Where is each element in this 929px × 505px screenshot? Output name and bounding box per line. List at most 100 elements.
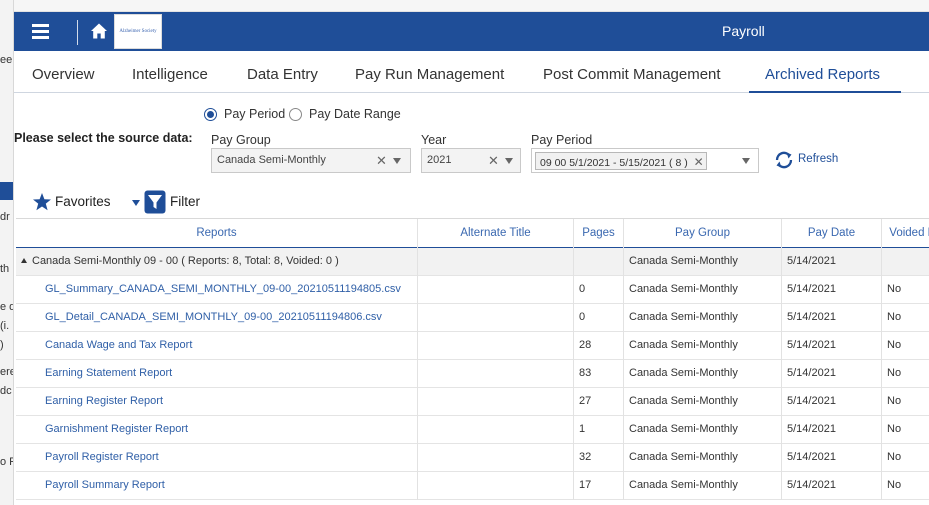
report-link[interactable]: Payroll Register Report [16, 444, 418, 472]
report-link[interactable]: Payroll Summary Report [16, 472, 418, 500]
alternate-title-cell [418, 472, 574, 500]
collapse-group-icon[interactable] [21, 258, 27, 264]
pages-cell: 27 [574, 388, 624, 416]
column-header-pay-group[interactable]: Pay Group [624, 219, 782, 248]
pages-cell: 83 [574, 360, 624, 388]
filter-button[interactable]: Filter [144, 190, 200, 214]
pages-cell: 1 [574, 416, 624, 444]
pay-group-value: Canada Semi-Monthly [217, 154, 326, 166]
tab-data-entry[interactable]: Data Entry [247, 66, 318, 83]
app-title: Payroll [722, 23, 765, 39]
pay-period-radio[interactable] [204, 108, 217, 121]
chevron-down-icon[interactable] [505, 158, 513, 164]
active-tab-indicator [749, 91, 901, 93]
pay-date-range-radio[interactable] [289, 108, 302, 121]
alternate-title-cell [418, 388, 574, 416]
group-voided-cell [882, 248, 929, 276]
pay-date-cell: 5/14/2021 [782, 360, 882, 388]
background-text-fragment: e d [0, 301, 14, 313]
table-row: GL_Detail_CANADA_SEMI_MONTHLY_09-00_2021… [16, 304, 929, 332]
grid-header: Reports Alternate Title Pages Pay Group … [16, 219, 929, 248]
pages-cell: 0 [574, 304, 624, 332]
remove-tag-x-icon[interactable]: ✕ [694, 155, 704, 169]
voided-cell: No [887, 339, 902, 351]
alternate-title-cell [418, 416, 574, 444]
refresh-label: Refresh [798, 153, 839, 165]
report-link[interactable]: Canada Wage and Tax Report [16, 332, 418, 360]
report-link[interactable]: GL_Summary_CANADA_SEMI_MONTHLY_09-00_202… [16, 276, 418, 304]
alternate-title-cell [418, 360, 574, 388]
tab-pay-run-management[interactable]: Pay Run Management [355, 66, 504, 83]
pay-group-label: Pay Group [211, 133, 271, 147]
alternate-title-cell [418, 304, 574, 332]
tab-post-commit-management[interactable]: Post Commit Management [543, 66, 721, 83]
background-window-top [14, 0, 929, 12]
pay-period-radio-label[interactable]: Pay Period [224, 107, 285, 121]
pages-cell: 17 [574, 472, 624, 500]
reports-grid: Reports Alternate Title Pages Pay Group … [16, 218, 929, 500]
table-row: Payroll Summary Report 17 Canada Semi-Mo… [16, 472, 929, 500]
background-window-strip: ee dr th e d (i. ) ere dc o P [0, 0, 14, 505]
company-logo: Alzheimer Society [114, 14, 162, 49]
column-header-pay-date[interactable]: Pay Date [782, 219, 882, 248]
pay-date-cell: 5/14/2021 [782, 444, 882, 472]
pay-date-range-radio-label[interactable]: Pay Date Range [309, 107, 401, 121]
voided-cell: No [887, 395, 902, 407]
pay-group-cell: Canada Semi-Monthly [624, 444, 782, 472]
pay-date-cell: 5/14/2021 [782, 388, 882, 416]
logo-text: Alzheimer Society [119, 29, 157, 34]
tab-archived-reports[interactable]: Archived Reports [765, 66, 880, 83]
refresh-icon [775, 151, 793, 169]
chevron-down-icon[interactable] [393, 158, 401, 164]
clear-x-icon[interactable]: ✕ [488, 153, 499, 169]
favorites-button[interactable]: Favorites [32, 192, 140, 212]
voided-cell: No [887, 451, 902, 463]
group-label: Canada Semi-Monthly 09 - 00 ( Reports: 8… [32, 255, 339, 267]
pay-group-cell: Canada Semi-Monthly [624, 332, 782, 360]
background-text-fragment: th [0, 263, 10, 275]
background-selected-item [0, 182, 13, 200]
pay-date-cell: 5/14/2021 [782, 304, 882, 332]
filter-icon [144, 190, 166, 214]
clear-x-icon[interactable]: ✕ [376, 153, 387, 169]
pay-group-select[interactable]: Canada Semi-Monthly ✕ [211, 148, 411, 173]
table-row: Canada Wage and Tax Report 28 Canada Sem… [16, 332, 929, 360]
tab-intelligence[interactable]: Intelligence [132, 66, 208, 83]
header-divider [77, 20, 78, 45]
star-icon [33, 193, 51, 211]
filter-label: Filter [170, 194, 200, 209]
column-header-alternate-title[interactable]: Alternate Title [418, 219, 574, 248]
chevron-down-icon[interactable] [742, 158, 750, 164]
table-row: Earning Statement Report 83 Canada Semi-… [16, 360, 929, 388]
report-link[interactable]: Earning Register Report [16, 388, 418, 416]
pay-group-cell: Canada Semi-Monthly [624, 304, 782, 332]
voided-cell: No [887, 367, 902, 379]
chevron-down-icon [132, 200, 140, 206]
background-text-fragment: dc [0, 385, 12, 397]
payroll-app: Alzheimer Society Payroll Overview Intel… [14, 12, 929, 505]
pages-cell: 0 [574, 276, 624, 304]
pay-period-select[interactable]: 09 00 5/1/2021 - 5/15/2021 ( 8 ) ✕ [531, 148, 759, 173]
voided-cell: No [887, 423, 902, 435]
pay-period-tag: 09 00 5/1/2021 - 5/15/2021 ( 8 ) ✕ [535, 152, 707, 170]
pages-cell: 28 [574, 332, 624, 360]
pay-date-cell: 5/14/2021 [782, 472, 882, 500]
report-link[interactable]: GL_Detail_CANADA_SEMI_MONTHLY_09-00_2021… [16, 304, 418, 332]
report-link[interactable]: Garnishment Register Report [16, 416, 418, 444]
source-data-label: Please select the source data: [14, 131, 193, 145]
group-pages-cell [574, 248, 624, 276]
hamburger-menu-icon[interactable] [32, 22, 54, 42]
group-pay-date-cell: 5/14/2021 [782, 248, 882, 276]
alternate-title-cell [418, 444, 574, 472]
year-select[interactable]: 2021 ✕ [421, 148, 521, 173]
pay-group-cell: Canada Semi-Monthly [624, 388, 782, 416]
main-tabs: Overview Intelligence Data Entry Pay Run… [14, 51, 929, 93]
tab-overview[interactable]: Overview [32, 66, 95, 83]
group-cell: Canada Semi-Monthly 09 - 00 ( Reports: 8… [16, 248, 418, 276]
column-header-reports[interactable]: Reports [16, 219, 418, 248]
column-header-voided[interactable]: Voided F [882, 219, 929, 248]
column-header-pages[interactable]: Pages [574, 219, 624, 248]
voided-cell: No [887, 311, 902, 323]
report-link[interactable]: Earning Statement Report [16, 360, 418, 388]
home-icon[interactable] [90, 22, 108, 40]
